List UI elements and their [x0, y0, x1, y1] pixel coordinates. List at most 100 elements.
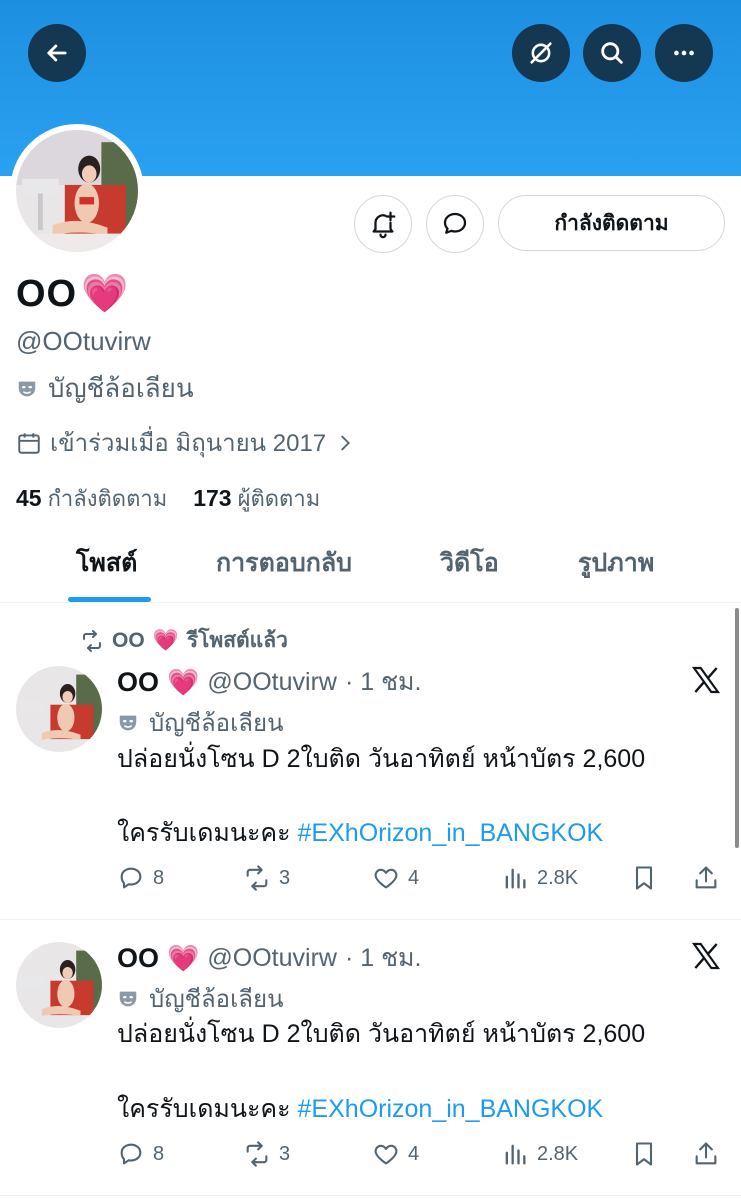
- heart-emoji: 💗: [152, 628, 179, 652]
- display-name-text: OO: [16, 272, 78, 315]
- tweet-text-line1: ปล่อยนั่งโซน D 2ใบติด วันอาทิตย์ หน้าบัต…: [117, 745, 646, 773]
- arrow-left-icon: [47, 44, 67, 62]
- tab-photos[interactable]: รูปภาพ: [578, 525, 654, 601]
- like-button[interactable]: 4: [372, 1140, 419, 1168]
- reply-button[interactable]: 8: [117, 1140, 164, 1168]
- analytics-icon: [505, 868, 526, 889]
- repost-button[interactable]: 3: [243, 864, 290, 892]
- heart-emoji: 💗: [81, 273, 130, 315]
- repost-icon: [246, 865, 268, 891]
- reply-icon: [120, 867, 142, 889]
- tab-videos[interactable]: วิดีโอ: [440, 525, 499, 601]
- parody-label: บัญชีล้อเลียน: [16, 368, 194, 409]
- active-tab-indicator: [68, 597, 151, 602]
- display-name: OO 💗: [16, 272, 129, 316]
- joined-date[interactable]: เข้าร่วมเมื่อ มิถุนายน 2017: [16, 423, 356, 462]
- views-button[interactable]: 2.8K: [501, 864, 578, 892]
- more-icon: [674, 50, 694, 56]
- profile-tabs: โพสต์ การตอบกลับ วิดีโอ รูปภาพ: [0, 525, 741, 603]
- calendar-icon: [18, 432, 40, 454]
- mask-icon: [117, 712, 139, 734]
- share-icon: [695, 866, 717, 889]
- tab-replies[interactable]: การตอบกลับ: [216, 525, 352, 601]
- share-button[interactable]: [692, 1140, 720, 1168]
- retweet-label: รีโพสต์แล้ว: [186, 629, 288, 652]
- tweet-author-handle[interactable]: @OOtuvirw: [207, 944, 337, 973]
- hashtag-link[interactable]: #EXhOrizon_in_BANGKOK: [298, 819, 604, 847]
- parody-text: บัญชีล้อเลียน: [149, 986, 284, 1013]
- tweet-time[interactable]: · 1 ชม.: [345, 662, 422, 702]
- scrollbar[interactable]: [735, 608, 739, 848]
- heart-icon: [374, 868, 398, 889]
- parody-text: บัญชีล้อเลียน: [48, 373, 194, 403]
- tab-posts[interactable]: โพสต์: [76, 525, 137, 601]
- share-button[interactable]: [692, 864, 720, 892]
- avatar-photo: [16, 130, 138, 252]
- hashtag-link[interactable]: #EXhOrizon_in_BANGKOK: [298, 1095, 604, 1123]
- avatar-photo: [16, 942, 102, 1028]
- tweet-author-name[interactable]: OO: [117, 667, 159, 698]
- bell-plus-icon: [372, 211, 396, 239]
- like-count: 4: [408, 866, 420, 889]
- reply-icon: [120, 1143, 142, 1165]
- heart-emoji: 💗: [167, 942, 200, 973]
- following-label[interactable]: กำลังติดตาม: [48, 481, 168, 516]
- more-button[interactable]: [655, 24, 713, 82]
- hide-icon: [530, 42, 552, 64]
- followers-label[interactable]: ผู้ติดตาม: [238, 481, 321, 516]
- back-button[interactable]: [28, 24, 86, 82]
- x-logo-icon[interactable]: [690, 940, 722, 972]
- tweet-divider: [0, 919, 741, 920]
- bookmark-button[interactable]: [630, 864, 658, 892]
- following-count[interactable]: 45: [16, 485, 42, 512]
- follow-stats: 45 กำลังติดตาม 173 ผู้ติดตาม: [16, 481, 320, 516]
- tweet-avatar[interactable]: [16, 666, 102, 752]
- tweet-author-name[interactable]: OO: [117, 943, 159, 974]
- tweet-parody-label: บัญชีล้อเลียน: [117, 979, 283, 1018]
- followers-count[interactable]: 173: [193, 485, 231, 512]
- avatar-photo: [16, 666, 102, 752]
- analytics-icon: [505, 1144, 526, 1165]
- search-icon: [601, 42, 623, 64]
- views-button[interactable]: 2.8K: [501, 1140, 578, 1168]
- repost-count: 3: [279, 1142, 291, 1165]
- tweet-header: OO 💗 @OOtuvirw · 1 ชม.: [117, 938, 421, 978]
- repost-icon: [83, 629, 101, 652]
- chevron-right-icon: [341, 435, 351, 450]
- repost-button[interactable]: 3: [243, 1140, 290, 1168]
- tweet-author-handle[interactable]: @OOtuvirw: [207, 668, 337, 697]
- reply-button[interactable]: 8: [117, 864, 164, 892]
- heart-emoji: 💗: [167, 666, 200, 697]
- tweet-text-line2: ใครรับเดมนะคะ #EXhOrizon_in_BANGKOK: [117, 815, 603, 852]
- mask-icon: [16, 378, 38, 400]
- tweet-time[interactable]: · 1 ชม.: [345, 938, 422, 978]
- tweet-text-line2: ใครรับเดมนะคะ #EXhOrizon_in_BANGKOK: [117, 1091, 603, 1128]
- hide-button[interactable]: [512, 24, 570, 82]
- view-count: 2.8K: [537, 1142, 579, 1165]
- repost-count: 3: [279, 866, 291, 889]
- message-icon: [443, 212, 467, 234]
- repost-icon: [246, 1141, 268, 1167]
- tweet-parody-label: บัญชีล้อเลียน: [117, 703, 283, 742]
- search-button[interactable]: [583, 24, 641, 82]
- notify-button[interactable]: [354, 195, 412, 253]
- tweet-avatar[interactable]: [16, 942, 102, 1028]
- reply-count: 8: [153, 866, 165, 889]
- tweet-text-line1: ปล่อยนั่งโซน D 2ใบติด วันอาทิตย์ หน้าบัต…: [117, 1020, 646, 1048]
- reply-count: 8: [153, 1142, 165, 1165]
- like-count: 4: [408, 1142, 420, 1165]
- x-logo-icon[interactable]: [690, 664, 722, 696]
- tweet-actions: 8 3 4 2.8K: [117, 864, 727, 898]
- bookmark-button[interactable]: [630, 1140, 658, 1168]
- heart-icon: [374, 1144, 398, 1165]
- retweeter-name: OO: [112, 628, 145, 652]
- profile-avatar[interactable]: [10, 124, 144, 258]
- bookmark-icon: [635, 866, 653, 890]
- message-button[interactable]: [426, 195, 484, 253]
- parody-text: บัญชีล้อเลียน: [149, 710, 284, 737]
- profile-handle: @OOtuvirw: [16, 326, 151, 356]
- retweet-indicator[interactable]: OO 💗 รีโพสต์แล้ว: [80, 624, 288, 657]
- tweet-header: OO 💗 @OOtuvirw · 1 ชม.: [117, 662, 421, 702]
- following-button[interactable]: กำลังติดตาม: [498, 195, 725, 251]
- like-button[interactable]: 4: [372, 864, 419, 892]
